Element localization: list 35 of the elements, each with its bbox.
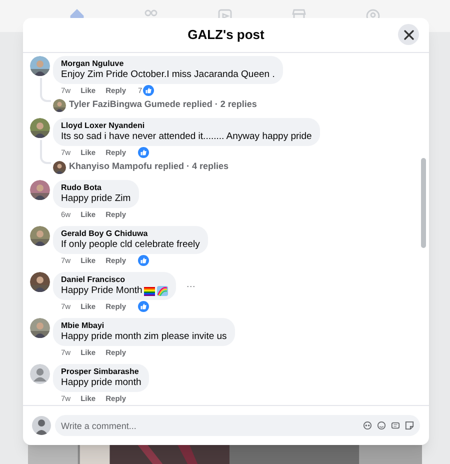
like-icon[interactable] bbox=[138, 147, 150, 158]
comment-text: Happy pride month bbox=[61, 377, 142, 389]
comment-text: Happy pride month zim please invite us bbox=[61, 331, 227, 343]
replies-link[interactable]: Khanyiso Mampofu replied · 4 replies bbox=[69, 160, 229, 174]
thread-line bbox=[40, 140, 51, 164]
comment-text: If only people cld celebrate freely bbox=[61, 239, 200, 251]
avatar[interactable] bbox=[32, 416, 51, 435]
close-button[interactable] bbox=[398, 24, 419, 45]
sticker-icon[interactable] bbox=[405, 421, 414, 430]
replies-link[interactable]: Tyler FaziBingwa Gumede replied · 2 replies bbox=[69, 98, 257, 112]
commenter-name[interactable]: Daniel Francisco bbox=[61, 275, 168, 285]
comment-text: Happy pride Zim bbox=[61, 193, 131, 205]
scrollbar[interactable] bbox=[421, 158, 426, 248]
avatar[interactable] bbox=[30, 364, 50, 384]
rainbow-flag-icon bbox=[144, 286, 156, 296]
like-icon[interactable] bbox=[138, 255, 150, 266]
commenter-name[interactable]: Mbie Mbayi bbox=[61, 321, 227, 331]
dialog-title: GALZ's post bbox=[188, 26, 264, 44]
commenter-name[interactable]: Rudo Bota bbox=[61, 183, 131, 193]
commenter-name[interactable]: Lloyd Loxer Nyandeni bbox=[61, 121, 312, 131]
more-button[interactable]: ··· bbox=[186, 281, 196, 291]
gif-icon[interactable] bbox=[391, 421, 400, 430]
like-icon[interactable] bbox=[143, 85, 154, 96]
close-icon bbox=[404, 30, 414, 40]
thread-line bbox=[40, 78, 51, 102]
commenter-name[interactable]: Morgan Nguluve bbox=[61, 59, 275, 69]
like-icon[interactable] bbox=[138, 301, 150, 312]
comment-text: Happy Pride Month bbox=[61, 285, 142, 297]
rainbow-icon bbox=[157, 286, 168, 296]
commenter-name[interactable]: Prosper Simbarashe bbox=[61, 367, 142, 377]
emoji-icon[interactable] bbox=[377, 421, 386, 430]
comment-text: Its so sad i have never attended it........ Anyway happy pride bbox=[61, 131, 312, 143]
commenter-name[interactable]: Gerald Boy G Chiduwa bbox=[61, 229, 200, 239]
comment-text: Enjoy Zim Pride October.I miss Jacaranda Queen . bbox=[61, 69, 275, 81]
comment-field[interactable]: Write a comment... bbox=[55, 415, 420, 436]
